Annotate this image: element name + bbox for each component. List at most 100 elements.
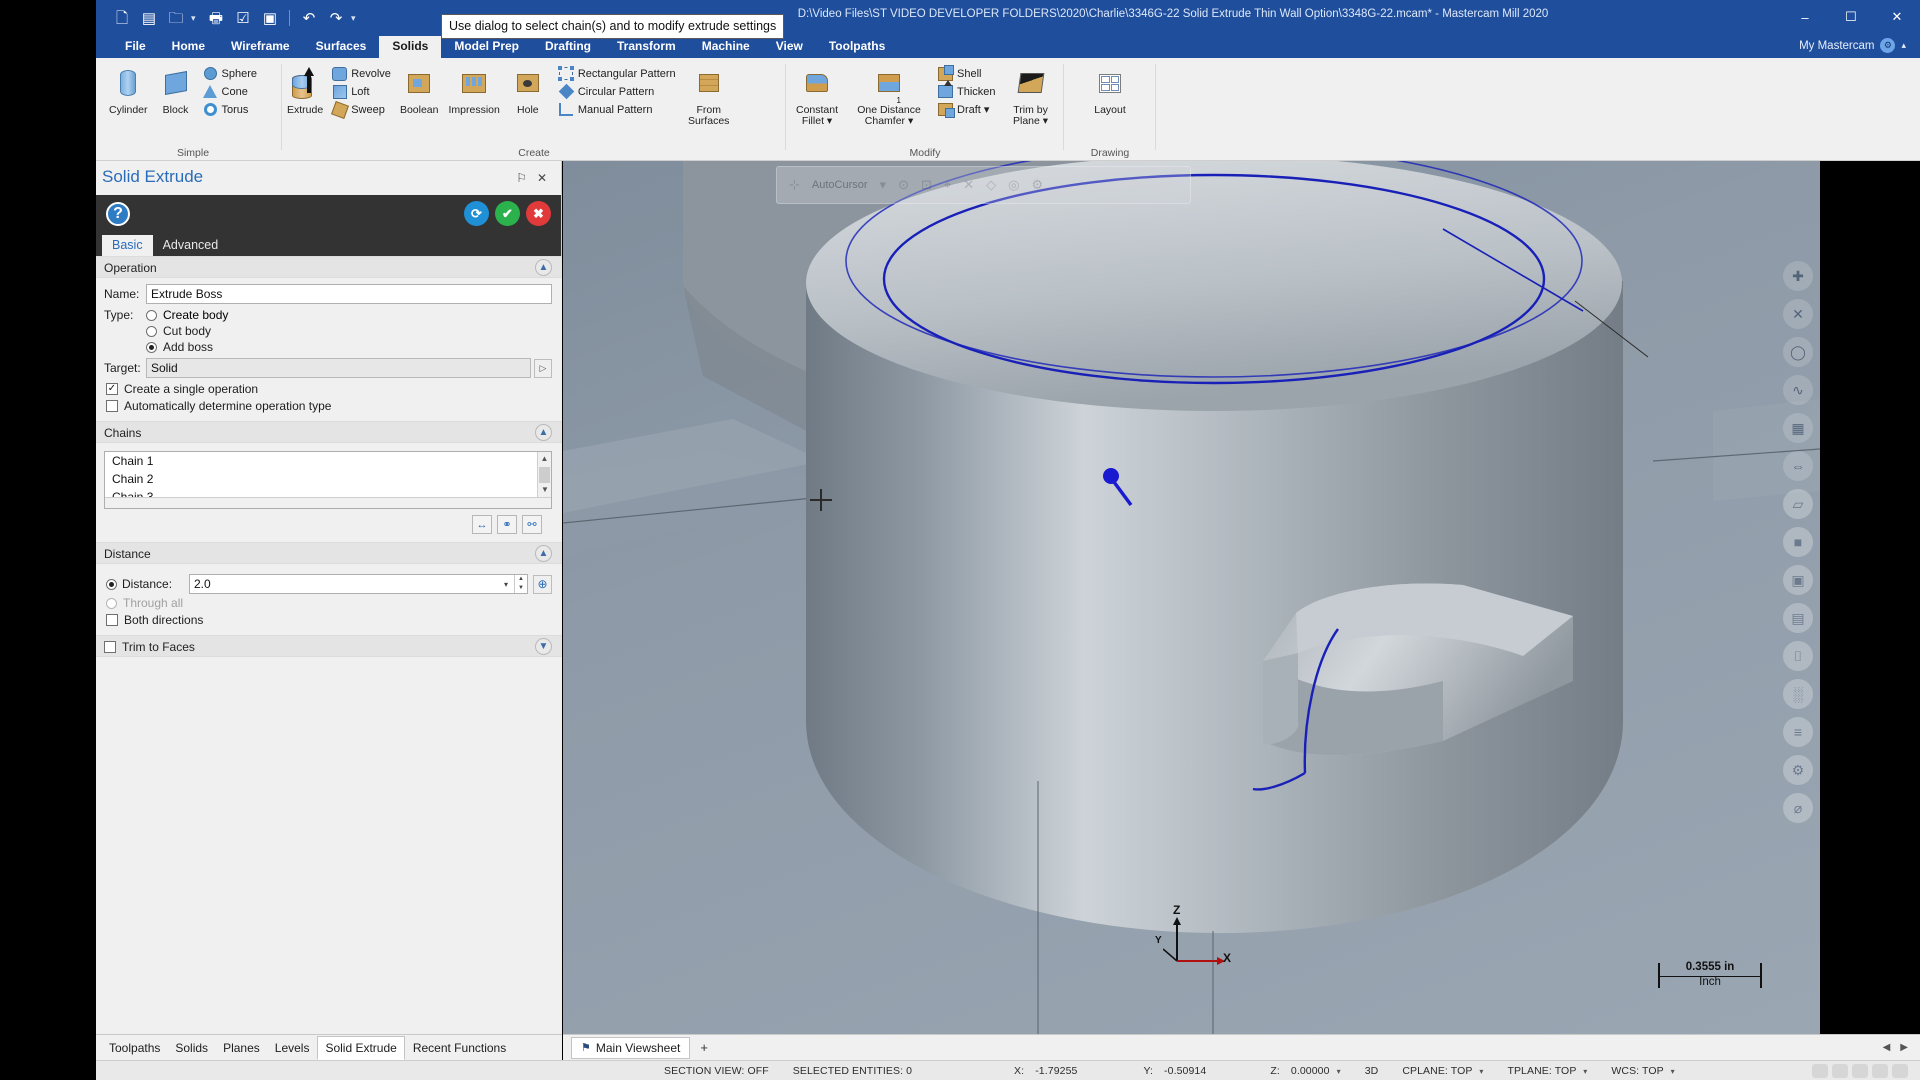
- material-color-icon[interactable]: ▤: [1783, 603, 1813, 633]
- settings-icon[interactable]: ⚙: [1783, 755, 1813, 785]
- viewsheet-tab-strip[interactable]: ⚑ Main Viewsheet + ◀ ▶: [563, 1034, 1920, 1060]
- viewport-toolbar[interactable]: ✚ ✕ ◯ ∿ ▦ ⇔ ▱ ■ ▣ ▤ ⌷ ░ ≡ ⚙ ⌀: [1776, 261, 1820, 831]
- isometric-view-icon[interactable]: ▦: [1783, 413, 1813, 443]
- zoom-window-icon[interactable]: ▣: [258, 6, 282, 30]
- status-icon-2[interactable]: [1832, 1063, 1848, 1078]
- account-area[interactable]: My Mastercam ⚙ ▴: [1799, 38, 1906, 53]
- close-panel-button[interactable]: ✕: [537, 171, 547, 185]
- status-tplane-caret[interactable]: ▾: [1583, 1067, 1587, 1076]
- tab-advanced[interactable]: Advanced: [153, 235, 229, 256]
- shaded-solid-icon[interactable]: ■: [1783, 527, 1813, 557]
- status-z-caret[interactable]: ▾: [1337, 1067, 1341, 1076]
- chain-list-horizontal-scrollbar[interactable]: [105, 497, 551, 508]
- ribbon-tab-strip[interactable]: File Home Wireframe Surfaces Solids Mode…: [96, 36, 1920, 58]
- manager-tab-strip[interactable]: Toolpaths Solids Planes Levels Solid Ext…: [96, 1034, 562, 1060]
- chevron-down-icon[interactable]: ▼: [535, 638, 552, 655]
- print-preview-icon[interactable]: ☑: [231, 6, 255, 30]
- panel-tab-strip[interactable]: Basic Advanced: [96, 233, 561, 256]
- unzoom-icon[interactable]: ✕: [1783, 299, 1813, 329]
- regenerate-button[interactable]: ⟳: [464, 201, 489, 226]
- section-view-icon[interactable]: ⌷: [1783, 641, 1813, 671]
- distance-stepper[interactable]: ▲ ▼: [514, 575, 527, 593]
- cancel-button[interactable]: ✖: [526, 201, 551, 226]
- layout-button[interactable]: Layout: [1087, 63, 1133, 116]
- ribbon-tab-drafting[interactable]: Drafting: [532, 36, 604, 58]
- new-icon[interactable]: 🗋: [110, 6, 134, 30]
- viewsheet-nav[interactable]: ◀ ▶: [1883, 1042, 1920, 1053]
- ribbon-tab-view[interactable]: View: [763, 36, 816, 58]
- checkbox-both-directions[interactable]: [106, 614, 118, 626]
- graphics-viewport[interactable]: ⊹ AutoCursor ▾ ⊙ ⊡ ⌖ ✕ ◇ ◎ ⚙ Z X Y 0.355…: [563, 161, 1820, 1034]
- block-button[interactable]: Block: [153, 63, 199, 116]
- target-input[interactable]: Solid: [146, 358, 531, 378]
- status-section-view[interactable]: SECTION VIEW: OFF: [652, 1065, 781, 1077]
- zoom-target-icon[interactable]: ◯: [1783, 337, 1813, 367]
- cylinder-button[interactable]: Cylinder: [104, 63, 153, 116]
- customize-qat-caret[interactable]: ▾: [351, 13, 361, 24]
- thicken-button[interactable]: Thicken: [934, 80, 1000, 100]
- circular-pattern-button[interactable]: Circular Pattern: [555, 83, 680, 100]
- fit-screen-icon[interactable]: ⇔: [1783, 451, 1813, 481]
- dynamic-rotate-icon[interactable]: ∿: [1783, 375, 1813, 405]
- ribbon-tab-model-prep[interactable]: Model Prep: [441, 36, 532, 58]
- chevron-up-icon[interactable]: ▲: [535, 259, 552, 276]
- tab-toolpaths[interactable]: Toolpaths: [102, 1037, 167, 1059]
- checkbox-create-single-operation[interactable]: ✓: [106, 383, 118, 395]
- autocursor-quadrant-icon[interactable]: ◇: [986, 177, 996, 193]
- draft-button[interactable]: Draft ▾: [934, 101, 1000, 118]
- viewsheet-next-icon[interactable]: ▶: [1900, 1042, 1908, 1053]
- wireframe-shading-icon[interactable]: ▱: [1783, 489, 1813, 519]
- impression-button[interactable]: Impression: [443, 63, 504, 116]
- tab-recent-functions[interactable]: Recent Functions: [406, 1037, 513, 1059]
- quick-access-toolbar[interactable]: 🗋 ▤ 🗀 ▾ 🖶 ☑ ▣ ↶ ↷ ▾: [110, 4, 361, 32]
- rechain-button[interactable]: ⚭: [497, 515, 517, 534]
- revolve-button[interactable]: Revolve: [328, 65, 395, 82]
- ribbon-tab-home[interactable]: Home: [159, 36, 218, 58]
- tab-planes[interactable]: Planes: [216, 1037, 267, 1059]
- open-dropdown-caret[interactable]: ▾: [191, 13, 201, 24]
- extrude-button[interactable]: Extrude: [282, 63, 328, 116]
- chevron-up-icon[interactable]: ▲: [535, 545, 552, 562]
- section-header-chains[interactable]: Chains ▲: [96, 421, 562, 443]
- ribbon-tab-surfaces[interactable]: Surfaces: [303, 36, 380, 58]
- scroll-down-icon[interactable]: ▼: [538, 483, 551, 497]
- ribbon-tab-transform[interactable]: Transform: [604, 36, 689, 58]
- radio-create-body[interactable]: [146, 309, 157, 321]
- sweep-button[interactable]: Sweep: [328, 100, 395, 119]
- ribbon-tab-wireframe[interactable]: Wireframe: [218, 36, 303, 58]
- autocursor-settings-icon[interactable]: ⚙: [1031, 177, 1043, 193]
- window-controls[interactable]: – ☐ ✕: [1782, 0, 1920, 34]
- status-icon-4[interactable]: [1872, 1063, 1888, 1078]
- scrollbar-thumb[interactable]: [539, 467, 550, 483]
- tab-levels[interactable]: Levels: [268, 1037, 317, 1059]
- sphere-button[interactable]: Sphere: [199, 65, 261, 82]
- autocursor-endpoint-icon[interactable]: ⌖: [944, 177, 951, 193]
- blank-icon[interactable]: ⌀: [1783, 793, 1813, 823]
- loft-button[interactable]: Loft: [328, 83, 395, 100]
- status-cplane[interactable]: CPLANE: TOP ▾: [1390, 1065, 1495, 1077]
- status-mode[interactable]: 3D: [1353, 1065, 1391, 1077]
- autocursor-caret[interactable]: ▾: [880, 177, 887, 193]
- trim-by-plane-button[interactable]: Trim by Plane ▾: [1004, 63, 1058, 127]
- chain-list[interactable]: Chain 1 Chain 2 Chain 3 ▲ ▼: [104, 451, 552, 509]
- ribbon-tab-toolpaths[interactable]: Toolpaths: [816, 36, 898, 58]
- from-surfaces-button[interactable]: From Surfaces: [680, 63, 738, 127]
- type-option-add-boss[interactable]: Add boss: [146, 340, 552, 354]
- ribbon-tab-solids[interactable]: Solids: [379, 36, 442, 58]
- radio-add-boss[interactable]: [146, 341, 157, 353]
- rectangular-pattern-button[interactable]: Rectangular Pattern: [555, 65, 680, 82]
- tab-solids[interactable]: Solids: [168, 1037, 215, 1059]
- account-avatar-icon[interactable]: ⚙: [1880, 38, 1896, 53]
- boolean-button[interactable]: Boolean: [395, 63, 444, 116]
- status-icon-1[interactable]: [1812, 1063, 1828, 1078]
- translucency-icon[interactable]: ▣: [1783, 565, 1813, 595]
- distance-value-field[interactable]: [190, 577, 498, 591]
- add-viewsheet-button[interactable]: +: [690, 1038, 718, 1057]
- print-icon[interactable]: 🖶: [204, 6, 228, 30]
- autocursor-nearest-icon[interactable]: ◎: [1008, 177, 1019, 193]
- torus-button[interactable]: Torus: [199, 101, 261, 118]
- undo-icon[interactable]: ↶: [297, 6, 321, 30]
- close-button[interactable]: ✕: [1874, 0, 1920, 34]
- checkbox-trim-to-faces[interactable]: [104, 641, 116, 653]
- section-header-operation[interactable]: Operation ▲: [96, 256, 562, 278]
